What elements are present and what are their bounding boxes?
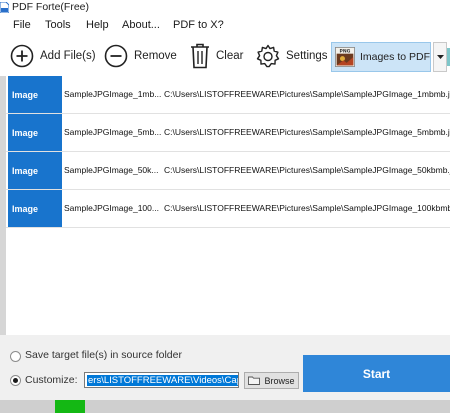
remove-label: Remove	[134, 50, 177, 62]
file-path: C:\Users\LISTOFFREEWARE\Pictures\Sample\…	[164, 203, 450, 213]
app-icon	[0, 2, 9, 13]
file-type: Image	[8, 190, 62, 227]
file-list[interactable]: Image SampleJPGImage_1mb... C:\Users\LIS…	[0, 76, 450, 335]
start-label: Start	[362, 366, 391, 381]
images-to-pdf-button[interactable]: PNG Images to PDF	[331, 42, 431, 72]
radio-selected-dot	[13, 378, 18, 383]
file-name: SampleJPGImage_5mb...	[64, 127, 162, 137]
file-type: Image	[8, 114, 62, 151]
clear-button[interactable]: Clear	[190, 39, 243, 73]
add-icon	[10, 44, 34, 68]
start-button[interactable]: Start	[303, 355, 450, 392]
file-type: Image	[8, 152, 62, 189]
source-folder-label: Save target file(s) in source folder	[25, 349, 182, 361]
png-badge: PNG	[340, 48, 351, 54]
title-bar: PDF Forte(Free)	[0, 0, 450, 16]
folder-icon	[248, 376, 261, 385]
remove-icon	[104, 44, 128, 68]
file-row[interactable]: Image SampleJPGImage_100... C:\Users\LIS…	[6, 190, 450, 227]
file-type: Image	[8, 76, 62, 113]
file-row[interactable]: Image SampleJPGImage_50k... C:\Users\LIS…	[6, 152, 450, 189]
add-files-label: Add File(s)	[40, 50, 96, 62]
mode-dropdown-button[interactable]	[433, 42, 447, 72]
file-row[interactable]: Image SampleJPGImage_1mb... C:\Users\LIS…	[6, 76, 450, 113]
clear-label: Clear	[216, 50, 244, 62]
settings-button[interactable]: Settings	[256, 39, 328, 73]
browse-label: Browse	[264, 375, 295, 386]
customize-radio[interactable]	[10, 375, 21, 386]
gear-icon	[256, 44, 280, 68]
window-title: PDF Forte(Free)	[12, 1, 90, 13]
file-name: SampleJPGImage_100...	[64, 203, 159, 213]
browse-button[interactable]: Browse	[244, 372, 299, 389]
settings-label: Settings	[286, 50, 328, 62]
menu-pdf-to-x[interactable]: PDF to X?	[173, 19, 224, 31]
file-path: C:\Users\LISTOFFREEWARE\Pictures\Sample\…	[164, 165, 450, 175]
row-divider	[6, 227, 450, 228]
menu-bar: File Tools Help About... PDF to X?	[0, 16, 450, 36]
trash-icon	[191, 43, 209, 69]
chevron-down-icon	[436, 55, 444, 59]
output-folder-input[interactable]: ers\LISTOFFREEWARE\Videos\Captures	[84, 372, 239, 388]
menu-about[interactable]: About...	[122, 19, 160, 31]
menu-help[interactable]: Help	[86, 19, 109, 31]
menu-tools[interactable]: Tools	[45, 19, 71, 31]
progress-indicator	[55, 400, 85, 413]
remove-button[interactable]: Remove	[104, 39, 177, 73]
file-path: C:\Users\LISTOFFREEWARE\Pictures\Sample\…	[164, 89, 450, 99]
add-files-button[interactable]: Add File(s)	[10, 39, 96, 73]
menu-file[interactable]: File	[13, 19, 31, 31]
output-folder-value: ers\LISTOFFREEWARE\Videos\Captures	[87, 375, 238, 386]
file-name: SampleJPGImage_1mb...	[64, 89, 162, 99]
png-image-icon: PNG	[335, 47, 355, 67]
file-path: C:\Users\LISTOFFREEWARE\Pictures\Sample\…	[164, 127, 450, 137]
images-to-pdf-label: Images to PDF	[359, 51, 430, 63]
file-row[interactable]: Image SampleJPGImage_5mb... C:\Users\LIS…	[6, 114, 450, 151]
file-name: SampleJPGImage_50k...	[64, 165, 159, 175]
source-folder-radio[interactable]	[10, 351, 21, 362]
customize-label: Customize:	[25, 374, 78, 386]
